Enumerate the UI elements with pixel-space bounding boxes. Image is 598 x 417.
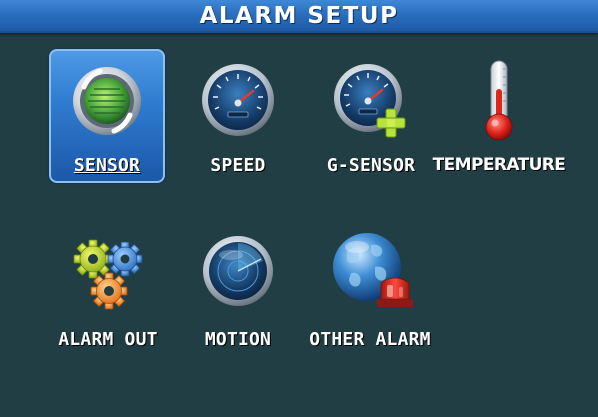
gears-icon	[65, 229, 151, 315]
menu-item-other-alarm-label: OTHER ALARM	[309, 329, 431, 350]
g-sensor-gauge-plus-icon	[328, 57, 414, 143]
speedometer-icon	[195, 57, 281, 143]
menu-item-temperature-label: TEMPERATURE	[432, 155, 566, 175]
menu-item-sensor-label: SENSOR	[73, 155, 141, 176]
menu-item-alarm-out-label: ALARM OUT	[58, 329, 158, 350]
alarm-menu-grid: SENSOR SPEED G-SENSOR TEMPERATURE ALARM …	[0, 0, 598, 417]
menu-item-other-alarm[interactable]: OTHER ALARM	[302, 225, 438, 365]
menu-item-sensor[interactable]: SENSOR	[49, 49, 165, 183]
menu-item-g-sensor[interactable]: G-SENSOR	[305, 49, 437, 189]
menu-item-alarm-out[interactable]: ALARM OUT	[42, 225, 174, 365]
menu-item-speed[interactable]: SPEED	[172, 49, 304, 189]
menu-item-temperature[interactable]: TEMPERATURE	[432, 49, 566, 189]
menu-item-speed-label: SPEED	[210, 155, 266, 176]
sensor-icon	[64, 57, 150, 143]
siren-icon	[377, 277, 413, 307]
globe-siren-icon	[327, 227, 413, 313]
menu-item-g-sensor-label: G-SENSOR	[326, 155, 416, 176]
menu-item-motion[interactable]: MOTION	[172, 225, 304, 365]
alarm-setup-screen: ALARM SETUP SENSOR SPEED G-SENSOR TEMPER…	[0, 0, 598, 417]
menu-item-motion-label: MOTION	[204, 329, 272, 350]
thermometer-icon	[456, 55, 542, 141]
radar-icon	[195, 229, 281, 315]
